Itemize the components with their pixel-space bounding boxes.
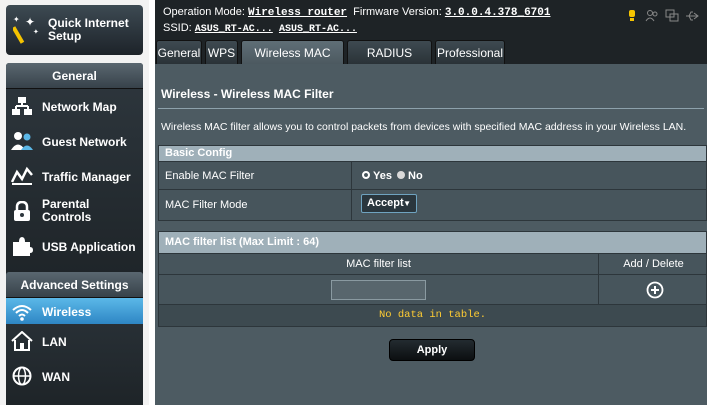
quick-internet-setup-label: Quick Internet Setup <box>48 16 129 43</box>
tab-wps[interactable]: WPS <box>205 40 238 64</box>
enable-mac-filter-row: Enable MAC Filter Yes No <box>158 162 707 190</box>
mac-filter-mode-value: Accept <box>367 197 404 209</box>
mac-input-row <box>158 275 707 305</box>
status-bar: Operation Mode: Wireless router Firmware… <box>155 0 707 36</box>
guest-network-icon <box>11 132 33 150</box>
sidebar-item-network-map[interactable]: Network Map <box>6 89 143 124</box>
clients-icon[interactable] <box>645 9 659 23</box>
add-icon[interactable] <box>646 281 664 299</box>
mac-filter-mode-label: MAC Filter Mode <box>165 199 248 211</box>
sidebar-item-label: Guest Network <box>42 135 127 149</box>
network-map-icon <box>12 97 32 115</box>
basic-config-header: Basic Config <box>158 145 707 162</box>
svg-text:✦: ✦ <box>13 15 20 24</box>
radio-no-label: No <box>408 170 423 182</box>
puzzle-icon <box>13 237 33 256</box>
op-mode-label: Operation Mode: <box>163 6 245 18</box>
windows-icon[interactable] <box>665 9 679 23</box>
sidebar-item-traffic-manager[interactable]: Traffic Manager <box>6 159 143 194</box>
mac-list-header: MAC filter list (Max Limit : 64) <box>158 231 707 254</box>
sidebar-item-parental-controls[interactable]: Parental Controls <box>6 194 143 229</box>
router-admin-page: ✦ ✦ ✦ Quick Internet Setup General Netwo… <box>0 0 707 405</box>
svg-text:✦: ✦ <box>25 15 35 29</box>
sidebar-item-lan[interactable]: LAN <box>6 324 143 359</box>
op-mode-link[interactable]: Wireless router <box>248 7 347 19</box>
sidebar-item-label: LAN <box>42 335 67 349</box>
globe-icon <box>12 366 32 386</box>
magic-wand-icon: ✦ ✦ ✦ <box>13 15 39 44</box>
operation-mode-row: Operation Mode: Wireless router Firmware… <box>163 6 550 19</box>
mac-filter-mode-row: MAC Filter Mode Accept ▼ <box>158 190 707 221</box>
chevron-down-icon: ▼ <box>403 199 411 208</box>
sidebar-item-wireless[interactable]: Wireless <box>6 298 143 324</box>
sidebar-item-label: USB Application <box>42 240 136 254</box>
quick-internet-setup-button[interactable]: ✦ ✦ ✦ Quick Internet Setup <box>6 5 143 55</box>
advanced-menu-header: Advanced Settings <box>6 272 143 298</box>
sidebar-item-label: Traffic Manager <box>42 170 131 184</box>
status-bulb-icon[interactable] <box>625 9 639 23</box>
usb-icon[interactable] <box>685 9 699 23</box>
home-icon <box>11 331 33 351</box>
sidebar-item-label: Network Map <box>42 100 117 114</box>
ssid-label: SSID: <box>163 22 192 34</box>
tab-general[interactable]: General <box>156 40 202 64</box>
radio-selected-icon <box>362 171 370 179</box>
general-menu-group: General Network Map Guest Network Traffi… <box>6 63 143 284</box>
sidebar-item-usb-application[interactable]: USB Application <box>6 229 143 264</box>
mac-filter-mode-select[interactable]: Accept ▼ <box>361 194 417 213</box>
tab-bar: General WPS Wireless MAC Filter RADIUS S… <box>155 36 707 84</box>
advanced-menu-group: Advanced Settings Wireless LAN WAN <box>6 272 143 405</box>
sidebar-item-label: WAN <box>42 370 70 384</box>
firmware-label: Firmware Version: <box>353 6 442 18</box>
tab-professional[interactable]: Professional <box>435 40 505 64</box>
apply-button[interactable]: Apply <box>389 339 475 361</box>
wifi-icon <box>12 305 32 321</box>
mac-address-input[interactable] <box>331 280 426 300</box>
lock-icon <box>14 201 30 221</box>
ssid-row: SSID: ASUS_RT-AC... ASUS_RT-AC... <box>163 22 357 35</box>
sidebar-item-label: Parental Controls <box>42 197 92 224</box>
column-divider <box>598 275 599 304</box>
tab-radius-setting[interactable]: RADIUS Setting <box>347 40 432 84</box>
page-title: Wireless - Wireless MAC Filter <box>161 87 334 101</box>
title-divider <box>158 108 704 109</box>
radio-no[interactable]: No <box>397 170 423 182</box>
empty-table-message: No data in table. <box>158 305 707 327</box>
sidebar-item-label: Wireless <box>42 305 92 319</box>
radio-yes-label: Yes <box>373 170 392 182</box>
enable-mac-filter-label: Enable MAC Filter <box>165 170 255 182</box>
tab-wireless-mac-filter[interactable]: Wireless MAC Filter <box>241 40 344 84</box>
firmware-link[interactable]: 3.0.0.4.378_6701 <box>445 7 551 19</box>
svg-text:✦: ✦ <box>33 28 39 36</box>
radio-yes[interactable]: Yes <box>362 170 392 182</box>
mac-list-table-header: MAC filter list Add / Delete <box>158 254 707 275</box>
column-divider <box>351 190 352 220</box>
ssid-link-2[interactable]: ASUS_RT-AC... <box>279 24 357 35</box>
col-add-delete: Add / Delete <box>598 254 707 274</box>
page-description: Wireless MAC filter allows you to contro… <box>161 121 687 133</box>
ssid-link-1[interactable]: ASUS_RT-AC... <box>195 24 273 35</box>
col-mac-list: MAC filter list <box>346 258 411 270</box>
general-menu-header: General <box>6 63 143 89</box>
sidebar-item-wan[interactable]: WAN <box>6 359 143 394</box>
column-divider <box>351 162 352 189</box>
sidebar-item-guest-network[interactable]: Guest Network <box>6 124 143 159</box>
main-panel: Wireless - Wireless MAC Filter Wireless … <box>155 64 707 405</box>
radio-unselected-icon <box>397 171 405 179</box>
sidebar: ✦ ✦ ✦ Quick Internet Setup General Netwo… <box>0 0 149 405</box>
traffic-manager-icon <box>11 166 33 185</box>
